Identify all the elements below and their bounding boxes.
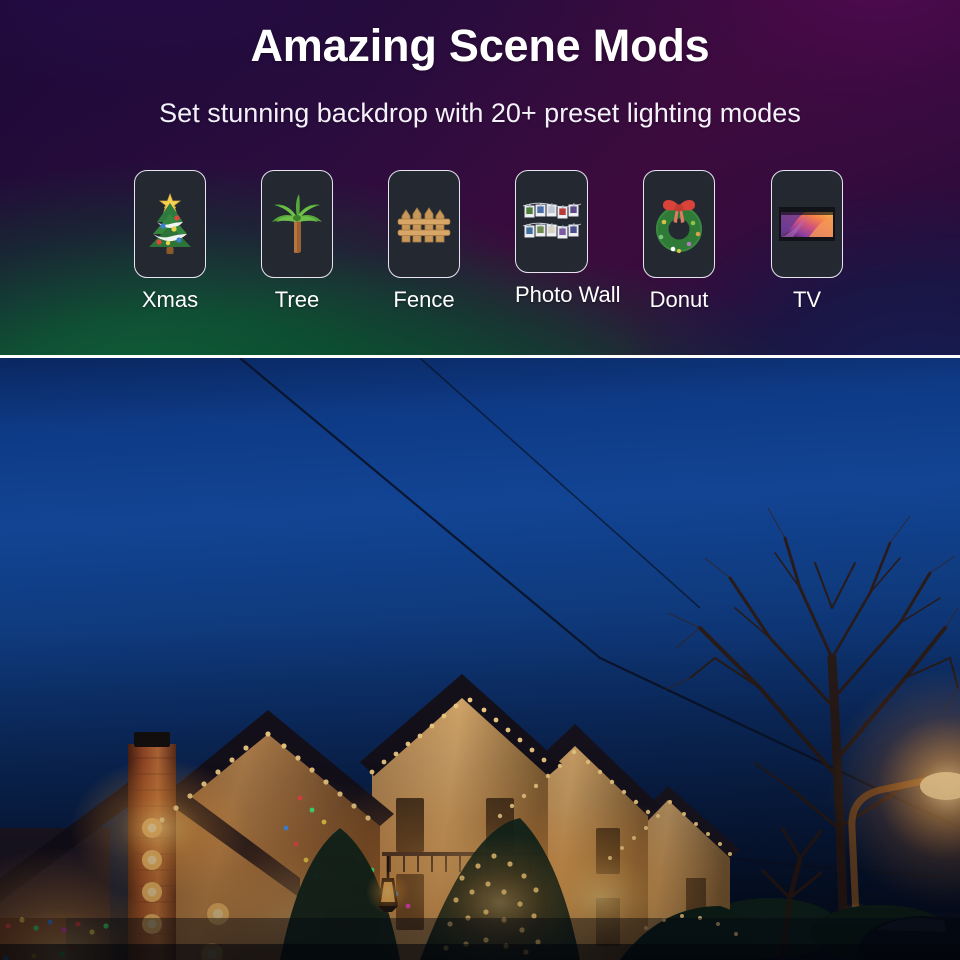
scene-tile-thumb-photo-wall[interactable] [515, 170, 588, 273]
palm-tree-icon [269, 193, 325, 255]
page-subtitle: Set stunning backdrop with 20+ preset li… [159, 98, 801, 128]
scene-tile-thumb-donut[interactable] [643, 170, 715, 278]
scene-tile-thumb-tv[interactable] [771, 170, 843, 278]
scene-tile-tv[interactable]: TV [771, 170, 843, 313]
scene-tile-label-fence: Fence [393, 287, 455, 312]
christmas-tree-icon [143, 192, 197, 256]
scene-tile-thumb-xmas[interactable] [134, 170, 206, 278]
fence-icon [397, 204, 451, 244]
scene-tile-label-tree: Tree [274, 287, 320, 312]
scene-tile-label-photo-wall: Photo Wall [515, 282, 621, 307]
scene-tile-thumb-tree[interactable] [261, 170, 333, 278]
scene-tile-label-tv: TV [792, 287, 822, 312]
scene-tile-donut[interactable]: Donut [643, 170, 715, 313]
scene-tile-tree[interactable]: Tree [261, 170, 333, 313]
promo-page: Amazing Scene Mods Set stunning backdrop… [0, 0, 960, 960]
tv-icon [779, 207, 835, 241]
scene-mode-tile-row: Xmas Tree Fence Photo Wall Donut TV [0, 170, 960, 330]
scene-tile-thumb-fence[interactable] [388, 170, 460, 278]
scene-tile-photo-wall[interactable]: Photo Wall [515, 170, 621, 308]
scene-tile-fence[interactable]: Fence [388, 170, 460, 313]
promo-header-panel: Amazing Scene Mods Set stunning backdrop… [0, 0, 960, 355]
scene-tile-label-xmas: Xmas [141, 287, 199, 312]
scene-tile-label-donut: Donut [649, 287, 709, 312]
wreath-icon [650, 193, 708, 255]
scene-tile-xmas[interactable]: Xmas [134, 170, 206, 313]
photo-wall-icon [522, 198, 582, 246]
page-title: Amazing Scene Mods [250, 20, 710, 71]
night-street-christmas-lights-photo [0, 358, 960, 960]
